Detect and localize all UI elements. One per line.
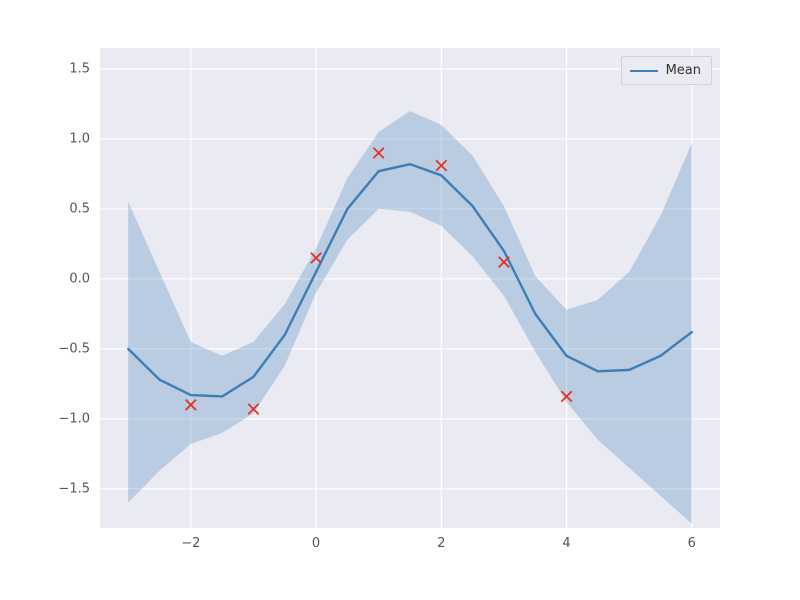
plot-area: Mean	[100, 48, 720, 528]
x-tick-label: 2	[437, 536, 445, 551]
legend-line-icon	[630, 70, 658, 72]
plot-svg	[100, 48, 720, 528]
y-tick-label: 0.5	[69, 201, 90, 216]
y-tick-label: 1.0	[69, 131, 90, 146]
x-tick-label: 4	[562, 536, 570, 551]
y-tick-label: 0.0	[69, 271, 90, 286]
legend: Mean	[621, 56, 712, 85]
y-tick-label: 1.5	[69, 61, 90, 76]
figure: Mean −2 0 2 4 6 −1.5 −1.0 −0.5 0.0 0.5 1.0 1.5	[0, 0, 800, 600]
legend-label: Mean	[666, 63, 701, 78]
legend-entry-mean: Mean	[630, 63, 701, 78]
y-tick-label: −1.5	[58, 481, 90, 496]
x-tick-label: 0	[312, 536, 320, 551]
x-tick-label: −2	[181, 536, 200, 551]
y-tick-label: −0.5	[58, 341, 90, 356]
x-tick-label: 6	[688, 536, 696, 551]
confidence-band	[128, 111, 692, 524]
y-tick-label: −1.0	[58, 411, 90, 426]
